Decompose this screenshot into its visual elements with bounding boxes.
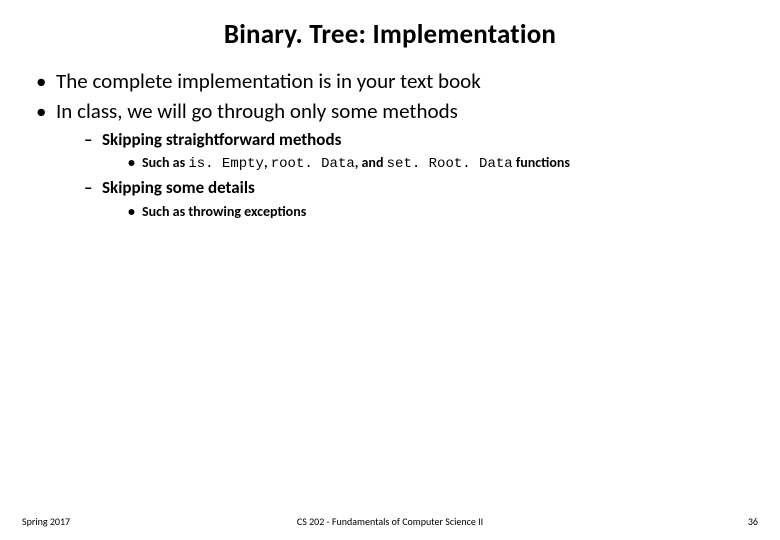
bullet-text: Skipping straightforward methods xyxy=(102,129,341,150)
bullet-item: Such as is. Empty, root. Data, and set. … xyxy=(128,152,744,175)
text-fragment: , and xyxy=(355,154,387,171)
slide: Binary. Tree: Implementation The complet… xyxy=(0,0,780,540)
bullet-text: Skipping some details xyxy=(102,177,255,198)
footer-center: CS 202 - Fundamentals of Computer Scienc… xyxy=(0,515,780,528)
slide-content: The complete implementation is in your t… xyxy=(0,61,780,222)
text-fragment: , xyxy=(264,154,271,171)
bullet-item: Skipping some details Such as throwing e… xyxy=(84,176,744,222)
bullet-item: The complete implementation is in your t… xyxy=(36,67,744,95)
bullet-item: Such as throwing exceptions xyxy=(128,201,744,222)
bullet-item: In class, we will go through only some m… xyxy=(36,97,744,222)
bullet-text: In class, we will go through only some m… xyxy=(56,98,458,124)
bullet-list-level2: Skipping straightforward methods Such as… xyxy=(56,128,744,223)
slide-title: Binary. Tree: Implementation xyxy=(0,0,780,61)
text-fragment: functions xyxy=(513,154,570,171)
footer-page-number: 36 xyxy=(748,515,758,528)
bullet-list-level3: Such as throwing exceptions xyxy=(102,201,744,222)
bullet-list-level1: The complete implementation is in your t… xyxy=(36,67,744,222)
code-fragment: is. Empty xyxy=(188,156,264,172)
slide-footer: Spring 2017 CS 202 - Fundamentals of Com… xyxy=(0,512,780,528)
text-fragment: Such as xyxy=(142,154,188,171)
bullet-list-level3: Such as is. Empty, root. Data, and set. … xyxy=(102,152,744,175)
code-fragment: root. Data xyxy=(271,156,355,172)
code-fragment: set. Root. Data xyxy=(387,156,513,172)
bullet-item: Skipping straightforward methods Such as… xyxy=(84,128,744,176)
